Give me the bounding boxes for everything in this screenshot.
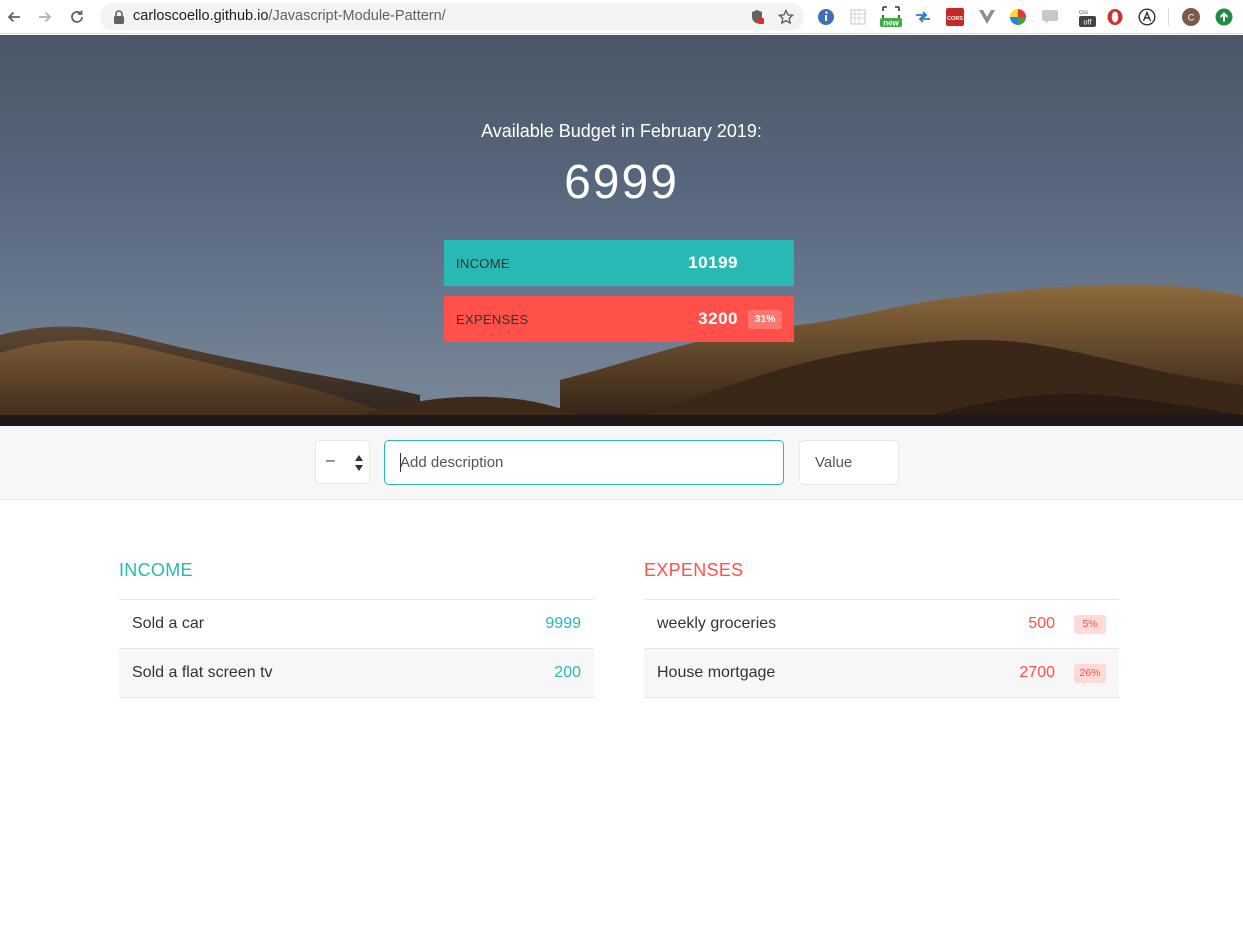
budget-value: 6999: [564, 156, 679, 209]
expenses-summary: EXPENSES 3200 31%: [444, 296, 794, 342]
type-select-value: –: [326, 452, 335, 469]
income-title: Income: [119, 560, 193, 580]
item-value: 2700: [1019, 664, 1055, 681]
expenses-summary-value: 3200: [698, 309, 738, 328]
forward-arrow-icon: [39, 11, 52, 23]
update-icon[interactable]: [1215, 7, 1233, 27]
expenses-title: Expenses: [644, 560, 744, 580]
blocked-content-icon[interactable]: [748, 8, 766, 26]
profile-avatar[interactable]: C: [1182, 7, 1200, 27]
select-updown-icon: [355, 455, 363, 471]
expenses-summary-label: EXPENSES: [456, 311, 529, 327]
bookmark-star-icon[interactable]: [777, 8, 795, 26]
svg-text:C: C: [1188, 13, 1195, 23]
item-description: weekly groceries: [657, 615, 777, 632]
list-item[interactable]: House mortgage 2700 26%: [644, 649, 1119, 698]
lock-icon: [114, 10, 124, 24]
accessibility-icon[interactable]: [1138, 7, 1156, 27]
expenses-percentage-badge: 31%: [748, 309, 782, 329]
list-item[interactable]: weekly groceries 500 5%: [644, 600, 1119, 649]
svg-text:off: off: [1083, 18, 1092, 27]
colorwheel-icon[interactable]: [1009, 7, 1027, 27]
back-button[interactable]: [2, 5, 26, 29]
income-list: Sold a car 9999 Sold a flat screen tv 20…: [119, 599, 594, 698]
svg-text:new: new: [883, 19, 899, 28]
reload-button[interactable]: [65, 5, 89, 29]
chat-icon[interactable]: [1041, 7, 1059, 27]
item-description: Sold a flat screen tv: [132, 664, 273, 681]
vue-icon[interactable]: [978, 7, 996, 27]
item-value: 500: [1028, 615, 1055, 632]
back-arrow-icon: [7, 11, 20, 23]
income-summary-label: INCOME: [456, 255, 510, 271]
browser-toolbar: carloscoello.github.io/Javascript-Module…: [0, 0, 1243, 34]
opera-icon[interactable]: [1106, 7, 1124, 27]
css-off-icon[interactable]: css off: [1073, 7, 1097, 27]
type-select[interactable]: –: [315, 440, 370, 484]
income-summary: INCOME 10199: [444, 240, 794, 286]
item-percentage-badge: 26%: [1074, 663, 1106, 683]
list-item[interactable]: Sold a flat screen tv 200: [119, 649, 594, 698]
svg-text:CORS: CORS: [947, 16, 963, 22]
expenses-list: weekly groceries 500 5% House mortgage 2…: [644, 599, 1119, 698]
swap-arrows-icon[interactable]: [914, 7, 932, 27]
new-badge-icon[interactable]: new: [879, 6, 903, 28]
info-icon[interactable]: [817, 7, 835, 27]
list-item[interactable]: Sold a car 9999: [119, 600, 594, 649]
grid-icon[interactable]: [849, 7, 867, 27]
expenses-column: Expenses weekly groceries 500 5% House m…: [644, 560, 1119, 698]
mountain-background-image: [0, 284, 1243, 426]
item-value: 200: [554, 664, 581, 681]
add-item-bar: –: [0, 426, 1243, 500]
item-description: House mortgage: [657, 664, 776, 681]
svg-text:css: css: [1079, 10, 1088, 16]
income-summary-value: 10199: [688, 253, 738, 272]
cors-icon[interactable]: CORS: [946, 7, 964, 27]
budget-header: Available Budget in February 2019: 6999 …: [0, 35, 1243, 426]
description-input[interactable]: [384, 440, 784, 485]
item-description: Sold a car: [132, 615, 205, 632]
item-value: 9999: [545, 615, 581, 632]
budget-title: Available Budget in February 2019:: [481, 121, 762, 141]
income-column: Income Sold a car 9999 Sold a flat scree…: [119, 560, 594, 698]
item-percentage-badge: 5%: [1074, 614, 1106, 634]
toolbar-divider: [1168, 8, 1169, 26]
address-bar[interactable]: carloscoello.github.io/Javascript-Module…: [100, 3, 804, 31]
forward-button[interactable]: [33, 5, 57, 29]
url-text: carloscoello.github.io/Javascript-Module…: [133, 8, 446, 24]
value-input[interactable]: [799, 440, 899, 485]
reload-icon: [71, 10, 83, 23]
text-cursor: [400, 453, 401, 472]
